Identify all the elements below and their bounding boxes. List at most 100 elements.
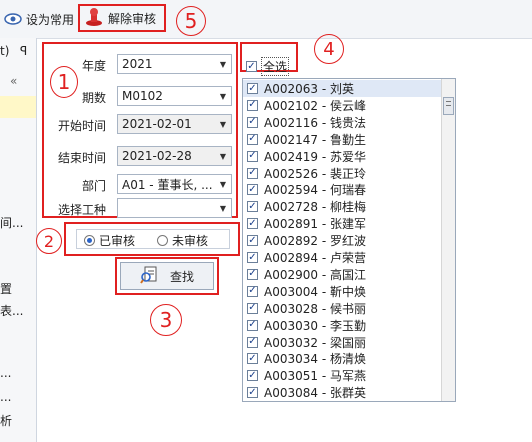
employee-label: A002116 - 钱贵法 xyxy=(264,115,366,130)
chevron-down-icon: ▼ xyxy=(219,151,227,161)
list-item[interactable]: ✓ A002419 - 苏爱华 xyxy=(243,148,443,165)
employee-label: A003004 - 靳中焕 xyxy=(264,284,366,299)
collapse-icon[interactable]: « xyxy=(10,74,17,88)
audited-radio[interactable]: 已审核 xyxy=(84,232,135,249)
chevron-down-icon: ▼ xyxy=(219,91,227,101)
nav-item[interactable]: 间... xyxy=(0,214,23,231)
checkbox-checked-icon[interactable]: ✓ xyxy=(247,387,258,399)
list-item[interactable]: ✓ A002900 - 高国江 xyxy=(243,266,443,283)
checkbox-checked-icon[interactable]: ✓ xyxy=(247,218,258,230)
list-item[interactable]: ✓ A002102 - 侯云峰 xyxy=(243,97,443,114)
end-date-field[interactable]: 2021-02-28 ▼ xyxy=(117,146,232,166)
employee-label: A002526 - 裴正玲 xyxy=(264,166,366,181)
employee-label: A003051 - 马军燕 xyxy=(264,369,366,384)
unaudit-label: 解除审核 xyxy=(108,11,157,26)
pin-icon[interactable]: ꟼ xyxy=(20,44,27,58)
checkbox-checked-icon[interactable]: ✓ xyxy=(247,252,258,263)
nav-item[interactable]: 析 xyxy=(0,412,12,429)
scrollbar-thumb[interactable] xyxy=(443,97,454,115)
chevron-down-icon: ▼ xyxy=(219,119,227,129)
list-item[interactable]: ✓ A003051 - 马军燕 xyxy=(243,367,443,384)
employee-label: A002147 - 鲁勤生 xyxy=(264,132,366,147)
checkbox-checked-icon[interactable]: ✓ xyxy=(247,285,258,297)
list-item[interactable]: ✓ A003004 - 靳中焕 xyxy=(243,283,443,300)
work-type-label: 选择工种 xyxy=(57,203,106,217)
radio-unchecked-icon xyxy=(157,235,168,246)
list-item[interactable]: ✓ A002116 - 钱贵法 xyxy=(243,114,443,131)
annotation-2: 2 xyxy=(36,228,62,254)
list-item[interactable]: ✓ A003034 - 杨清焕 xyxy=(243,350,443,367)
unaudit-button[interactable]: 解除审核 xyxy=(78,4,166,32)
checkbox-checked-icon[interactable]: ✓ xyxy=(247,201,258,213)
nav-item[interactable]: 置 xyxy=(0,280,12,297)
select-all-checkbox[interactable]: ✓ 全选 xyxy=(246,57,290,76)
nav-item[interactable]: ... xyxy=(0,366,11,380)
checkbox-checked-icon[interactable]: ✓ xyxy=(247,83,258,94)
checkbox-checked-icon[interactable]: ✓ xyxy=(247,99,258,111)
unaudited-radio[interactable]: 未审核 xyxy=(157,232,208,249)
department-label: 部门 xyxy=(81,179,106,193)
year-select[interactable]: 2021 ▼ xyxy=(117,54,232,74)
employee-list[interactable]: ✓ A002063 - 刘英 ✓ A002102 - 侯云峰 ✓ A002116 - 钱贵… xyxy=(242,78,456,402)
checkbox-checked-icon: ✓ xyxy=(246,60,257,72)
start-date-label: 开始时间 xyxy=(57,119,106,133)
list-item[interactable]: ✓ A003032 - 梁国丽 xyxy=(243,334,443,351)
period-select[interactable]: M0102 ▼ xyxy=(117,86,232,106)
employee-label: A002728 - 柳桂梅 xyxy=(264,200,366,215)
employee-label: A002891 - 张建军 xyxy=(264,217,366,232)
selected-nav-highlight[interactable] xyxy=(0,96,36,118)
checkbox-checked-icon[interactable]: ✓ xyxy=(247,353,258,365)
employee-label: A002102 - 侯云峰 xyxy=(264,98,366,113)
list-item[interactable]: ✓ A003030 - 李玉勤 xyxy=(243,317,443,334)
radio-checked-icon xyxy=(84,235,95,246)
list-item[interactable]: ✓ A002594 - 何瑞春 xyxy=(243,181,443,198)
checkbox-checked-icon[interactable]: ✓ xyxy=(247,336,258,348)
panel-title-fragment: t) xyxy=(0,44,10,58)
checkbox-checked-icon[interactable]: ✓ xyxy=(247,116,258,128)
search-button[interactable]: 查找 xyxy=(120,262,214,290)
set-common-label: 设为常用 xyxy=(26,12,75,27)
employee-label: A002594 - 何瑞春 xyxy=(264,183,366,198)
list-item[interactable]: ✓ A002526 - 裴正玲 xyxy=(243,165,443,182)
employee-label: A003084 - 张群英 xyxy=(264,386,366,401)
list-item[interactable]: ✓ A002063 - 刘英 xyxy=(243,80,443,97)
list-item[interactable]: ✓ A003028 - 候书丽 xyxy=(243,300,443,317)
checkbox-checked-icon[interactable]: ✓ xyxy=(247,370,258,382)
employee-label: A003034 - 杨清焕 xyxy=(264,352,366,367)
department-select[interactable]: A01 - 董事长, ... ▼ xyxy=(117,174,232,194)
list-item[interactable]: ✓ A002894 - 卢荣营 xyxy=(243,249,443,266)
employee-label: A003028 - 候书丽 xyxy=(264,301,366,316)
set-common-button[interactable]: 设为常用 xyxy=(0,6,78,32)
stamp-icon xyxy=(84,7,104,30)
nav-item[interactable]: 表... xyxy=(0,302,23,319)
checkbox-checked-icon[interactable]: ✓ xyxy=(247,133,258,145)
list-item[interactable]: ✓ A002891 - 张建军 xyxy=(243,215,443,232)
employee-label: A002894 - 卢荣营 xyxy=(264,251,366,265)
employee-label: A003030 - 李玉勤 xyxy=(264,318,366,333)
chevron-down-icon: ▼ xyxy=(219,179,227,189)
checkbox-checked-icon[interactable]: ✓ xyxy=(247,235,258,247)
annotation-3: 3 xyxy=(150,304,182,336)
employee-label: A002419 - 苏爱华 xyxy=(264,149,366,164)
star-eye-icon xyxy=(4,10,22,29)
period-label: 期数 xyxy=(81,91,106,105)
checkbox-checked-icon[interactable]: ✓ xyxy=(247,167,258,179)
annotation-5: 5 xyxy=(176,6,206,36)
work-type-select[interactable]: ▼ xyxy=(117,198,232,218)
list-item[interactable]: ✓ A002147 - 鲁勤生 xyxy=(243,131,443,148)
checkbox-checked-icon[interactable]: ✓ xyxy=(247,302,258,314)
checkbox-checked-icon[interactable]: ✓ xyxy=(247,184,258,196)
list-item[interactable]: ✓ A002728 - 柳桂梅 xyxy=(243,198,443,215)
nav-item[interactable]: ... xyxy=(0,390,11,404)
checkbox-checked-icon[interactable]: ✓ xyxy=(247,150,258,162)
list-item[interactable]: ✓ A002892 - 罗红波 xyxy=(243,232,443,249)
start-date-field[interactable]: 2021-02-01 ▼ xyxy=(117,114,232,134)
chevron-down-icon: ▼ xyxy=(219,59,227,69)
employee-label: A002063 - 刘英 xyxy=(264,82,354,96)
chevron-down-icon: ▼ xyxy=(219,203,227,213)
checkbox-checked-icon[interactable]: ✓ xyxy=(247,319,258,331)
list-item[interactable]: ✓ A003084 - 张群英 xyxy=(243,384,443,401)
checkbox-checked-icon[interactable]: ✓ xyxy=(247,268,258,280)
list-scrollbar[interactable] xyxy=(441,79,455,401)
year-label: 年度 xyxy=(81,59,106,73)
